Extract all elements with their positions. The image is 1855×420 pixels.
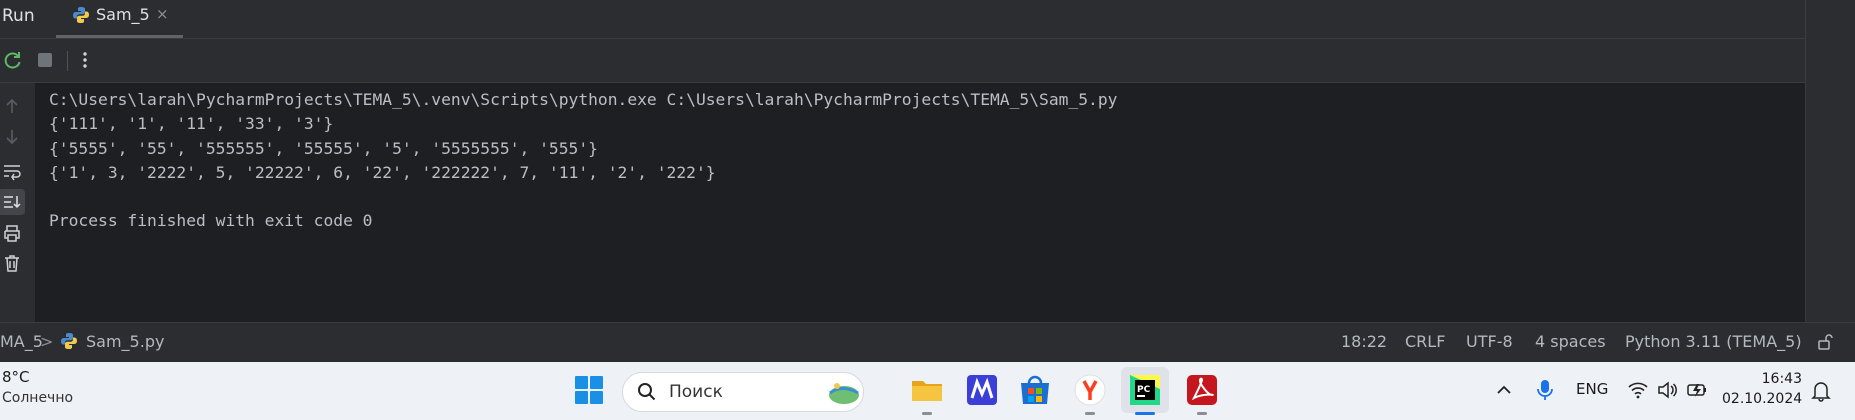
breadcrumb-separator: > [40,332,54,351]
windows-start-icon[interactable] [571,372,607,408]
tab-label: Sam_5 [96,5,150,24]
stop-icon[interactable] [34,49,56,71]
taskbar-search-box[interactable]: Поиск [622,372,864,412]
right-tool-strip [1805,0,1855,362]
clock-date: 02.10.2024 [1722,391,1803,407]
weather-temperature: 8°C [2,368,30,386]
caret-position[interactable]: 18:22 [1341,332,1387,351]
arrow-up-icon[interactable] [2,96,22,116]
scroll-to-end-icon[interactable] [2,192,22,212]
search-icon [638,383,656,401]
svg-text:PC: PC [1137,385,1151,395]
system-clock[interactable]: 16:43 02.10.2024 [1722,369,1802,409]
running-indicator [922,412,932,415]
soft-wrap-icon[interactable] [2,161,22,181]
wifi-icon[interactable] [1628,381,1648,399]
console-line: {'1', 3, '2222', 5, '22222', 6, '22', '2… [49,163,716,182]
status-bar: MA_5 > Sam_5.py 18:22 CRLF UTF-8 4 space… [0,322,1855,363]
volume-icon[interactable] [1657,381,1677,399]
input-language[interactable]: ENG [1576,380,1608,398]
toolbar-separator [67,51,68,71]
run-panel-title: Run [2,6,35,26]
console-line: Process finished with exit code 0 [49,211,373,230]
file-explorer-icon[interactable] [909,372,945,408]
search-placeholder: Поиск [669,382,723,402]
notification-bell-icon[interactable] [1811,380,1831,402]
active-indicator [1135,412,1155,415]
console-line: C:\Users\larah\PycharmProjects\TEMA_5\.v… [49,90,1118,109]
breadcrumb-project[interactable]: MA_5 [0,332,43,351]
run-tool-window-header: Run Sam_5 × [0,0,1805,39]
search-highlight-icon [829,383,859,404]
python-interpreter[interactable]: Python 3.11 (TEMA_5) [1625,332,1802,351]
tab-sam5[interactable]: Sam_5 × [56,0,183,38]
microsoft-store-icon[interactable] [1017,372,1053,408]
chevron-up-icon[interactable] [1495,381,1513,399]
run-toolbar [0,39,1805,83]
line-separator[interactable]: CRLF [1405,332,1445,351]
rerun-icon[interactable] [2,49,24,71]
running-indicator [1085,412,1095,415]
indent-setting[interactable]: 4 spaces [1535,332,1606,351]
pycharm-icon[interactable]: PC [1127,372,1163,408]
clock-time: 16:43 [1761,371,1802,387]
battery-charging-icon[interactable] [1686,380,1708,400]
console-gutter [0,83,35,322]
active-tab-indicator [56,35,183,38]
acrobat-icon[interactable] [1184,372,1220,408]
arrow-down-icon[interactable] [2,127,22,147]
console-output[interactable]: C:\Users\larah\PycharmProjects\TEMA_5\.v… [35,83,1805,322]
yandex-browser-icon[interactable] [1072,372,1108,408]
trash-icon[interactable] [2,253,22,273]
more-vertical-icon[interactable] [74,49,96,71]
close-tab-icon[interactable]: × [156,5,169,23]
python-file-icon [73,7,89,23]
file-encoding[interactable]: UTF-8 [1466,332,1513,351]
weather-description: Солнечно [2,390,74,406]
microphone-icon[interactable] [1535,378,1555,402]
console-line: {'111', '1', '11', '33', '3'} [49,114,334,133]
running-indicator [1197,412,1207,415]
windows-taskbar: 8°C Солнечно Поиск PC ENG 16:43 02.10.20… [0,362,1855,420]
print-icon[interactable] [2,223,22,243]
python-file-icon [61,333,77,349]
breadcrumb-file[interactable]: Sam_5.py [86,332,164,351]
console-line: {'5555', '55', '555555', '55555', '5', '… [49,139,598,158]
m-app-icon[interactable] [964,372,1000,408]
unlock-icon[interactable] [1816,333,1834,351]
